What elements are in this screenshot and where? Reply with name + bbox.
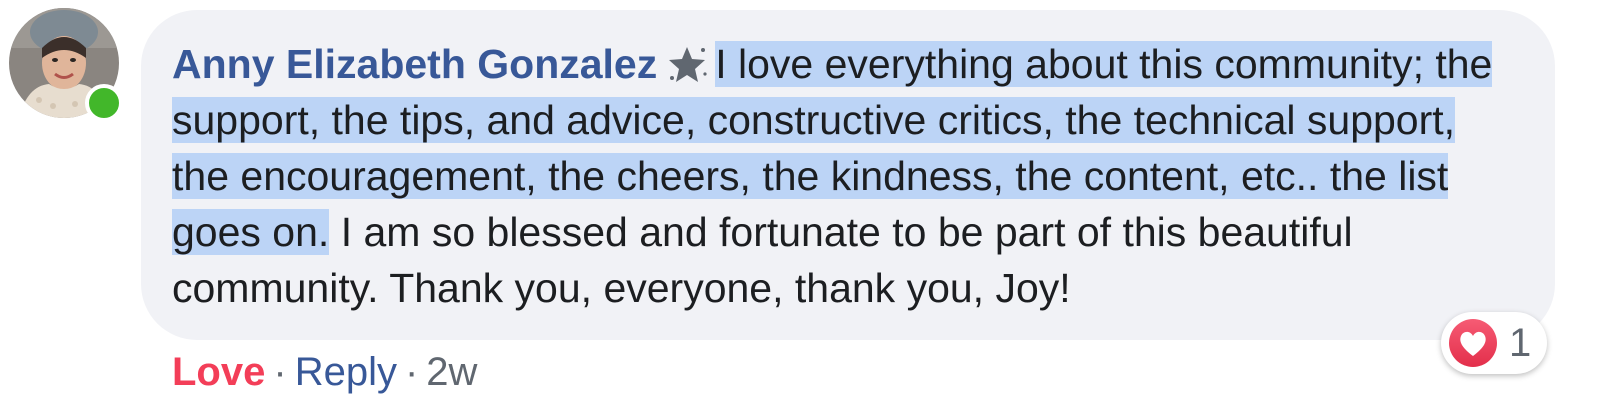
heart-reaction-icon <box>1449 319 1497 367</box>
comment-actions: Love · Reply · 2w <box>172 344 477 400</box>
comment-text: I am so blessed and fortunate to be part… <box>172 209 1353 311</box>
online-status-indicator <box>85 84 123 122</box>
star-badge-icon[interactable] <box>665 44 709 84</box>
reaction-summary[interactable]: 1 <box>1441 312 1547 374</box>
action-separator: · <box>404 350 419 394</box>
comment-timestamp[interactable]: 2w <box>426 350 477 394</box>
reply-link[interactable]: Reply <box>295 350 397 394</box>
love-reaction-link[interactable]: Love <box>172 350 265 394</box>
reaction-count: 1 <box>1509 321 1532 365</box>
author-name-link[interactable]: Anny Elizabeth Gonzalez <box>172 41 657 87</box>
action-separator: · <box>273 350 287 394</box>
comment-body: Anny Elizabeth Gonzalez I love everythin… <box>172 36 1512 316</box>
